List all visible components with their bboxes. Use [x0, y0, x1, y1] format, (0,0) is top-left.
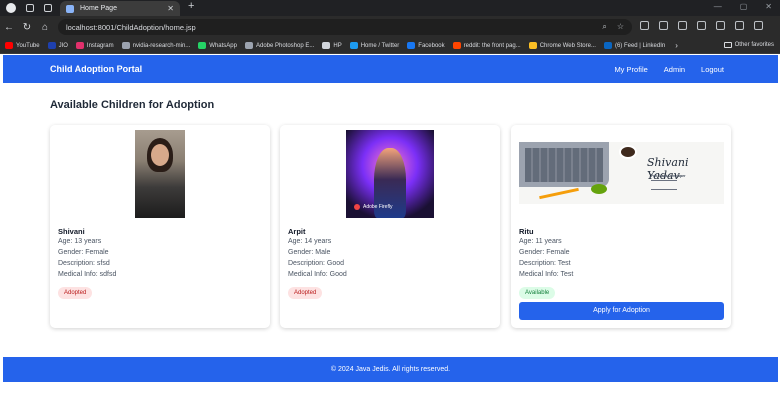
- globe-icon: [121, 42, 130, 49]
- tab-close-icon[interactable]: ✕: [167, 4, 174, 13]
- linkedin-icon: [603, 42, 612, 49]
- child-age: Age: 11 years: [519, 238, 562, 245]
- child-card-ritu: Shivani Yadav Full Stack Developer Ritu …: [511, 125, 731, 328]
- child-gender: Gender: Female: [58, 249, 109, 256]
- more-options-icon[interactable]: [754, 21, 763, 30]
- child-age: Age: 14 years: [288, 238, 332, 245]
- tab-actions-icon[interactable]: [44, 4, 52, 12]
- bookmarks-bar: YouTube JIO Instagram nvidia-research-mi…: [0, 38, 780, 54]
- profile-avatar-icon[interactable]: [6, 3, 16, 13]
- maximize-icon[interactable]: ▢: [740, 2, 748, 11]
- favorite-star-icon[interactable]: ☆: [617, 22, 624, 32]
- bookmark-facebook[interactable]: Facebook: [407, 42, 445, 49]
- favorites-icon[interactable]: [678, 21, 687, 30]
- child-name: Arpit: [288, 227, 306, 236]
- child-card-arpit: Adobe Firefly Arpit Age: 14 years Gender…: [280, 125, 500, 328]
- folder-icon: [322, 42, 331, 49]
- close-window-icon[interactable]: ✕: [765, 2, 772, 11]
- child-description: Description: sfsd: [58, 260, 110, 267]
- image-signature: Shivani Yadav: [647, 156, 689, 182]
- reload-icon[interactable]: ↻: [18, 22, 36, 33]
- url-text: localhost:8001/ChildAdoption/home.jsp: [66, 22, 196, 32]
- bookmark-other-favorites[interactable]: Other favorites: [723, 42, 774, 48]
- tab-title: Home Page: [80, 5, 117, 12]
- child-gender: Gender: Male: [288, 249, 331, 256]
- copilot-icon[interactable]: [735, 21, 744, 30]
- child-name: Shivani: [58, 227, 85, 236]
- browser-tab[interactable]: Home Page ✕: [60, 1, 180, 16]
- adobe-firefly-icon: [354, 204, 360, 210]
- nav-admin[interactable]: Admin: [664, 65, 685, 74]
- child-description: Description: Good: [288, 260, 345, 267]
- folder-icon: [723, 42, 732, 48]
- nav-logout[interactable]: Logout: [701, 65, 724, 74]
- app-navbar: Child Adoption Portal My Profile Admin L…: [3, 55, 778, 83]
- brand-title[interactable]: Child Adoption Portal: [50, 64, 142, 74]
- whatsapp-icon: [198, 42, 207, 49]
- footer: © 2024 Java Jedis. All rights reserved.: [3, 357, 778, 382]
- window-controls: — ▢ ✕: [714, 2, 772, 11]
- image-subtitle: Full Stack Developer: [651, 174, 686, 178]
- image-caption: Adobe Firefly: [363, 204, 393, 210]
- status-badge: Adopted: [288, 287, 323, 299]
- store-icon: [528, 42, 537, 49]
- address-bar[interactable]: localhost:8001/ChildAdoption/home.jsp ⌕ …: [58, 19, 632, 35]
- bookmark-reddit[interactable]: reddit: the front pag...: [452, 42, 521, 49]
- reddit-icon: [452, 42, 461, 49]
- web-page: Child Adoption Portal My Profile Admin L…: [0, 55, 780, 411]
- child-medical-info: Medical Info: Test: [519, 271, 574, 278]
- child-medical-info: Medical Info: Good: [288, 271, 347, 278]
- apply-for-adoption-button[interactable]: Apply for Adoption: [519, 302, 724, 320]
- nav-links: My Profile Admin Logout: [614, 65, 724, 74]
- bookmark-youtube[interactable]: YouTube: [5, 42, 40, 49]
- extensions-icon[interactable]: [716, 21, 725, 30]
- collections-icon[interactable]: [697, 21, 706, 30]
- bookmark-instagram[interactable]: Instagram: [75, 42, 114, 49]
- split-screen-icon[interactable]: [659, 21, 668, 30]
- bookmark-chrome-store[interactable]: Chrome Web Store...: [528, 42, 596, 49]
- status-badge: Available: [519, 287, 556, 299]
- bookmark-jio[interactable]: JIO: [47, 42, 68, 49]
- bookmark-adobe[interactable]: Adobe Photoshop E...: [244, 42, 314, 49]
- nav-my-profile[interactable]: My Profile: [614, 65, 647, 74]
- tab-favicon-icon: [66, 4, 74, 13]
- footer-text: © 2024 Java Jedis. All rights reserved.: [330, 366, 451, 373]
- child-card-shivani: Shivani Age: 13 years Gender: Female Des…: [50, 125, 270, 328]
- child-photo: [135, 130, 185, 218]
- child-age: Age: 13 years: [58, 238, 102, 245]
- chevron-right-icon[interactable]: ›: [675, 41, 678, 50]
- jio-icon: [47, 42, 56, 49]
- new-tab-button[interactable]: +: [188, 0, 194, 12]
- child-name: Ritu: [519, 227, 534, 236]
- child-description: Description: Test: [519, 260, 571, 267]
- facebook-icon: [407, 42, 416, 49]
- status-badge: Adopted: [58, 287, 93, 299]
- back-icon[interactable]: ←: [0, 22, 18, 33]
- bookmark-whatsapp[interactable]: WhatsApp: [198, 42, 237, 49]
- minimize-icon[interactable]: —: [714, 2, 722, 11]
- twitter-icon: [349, 42, 358, 49]
- page-title: Available Children for Adoption: [50, 99, 215, 111]
- child-gender: Gender: Female: [519, 249, 570, 256]
- bookmark-hp[interactable]: HP: [322, 42, 342, 49]
- instagram-icon: [75, 42, 84, 49]
- bookmark-nvidia[interactable]: nvidia-research-min...: [121, 42, 190, 49]
- zoom-icon[interactable]: ⌕: [602, 22, 606, 32]
- bookmark-linkedin[interactable]: (6) Feed | LinkedIn: [603, 42, 665, 49]
- child-photo: Shivani Yadav Full Stack Developer: [519, 142, 724, 204]
- extensions-area: [640, 21, 763, 30]
- child-medical-info: Medical Info: sdfsd: [58, 271, 117, 278]
- extension-icon[interactable]: [640, 21, 649, 30]
- workspaces-icon[interactable]: [26, 4, 34, 12]
- child-photo: Adobe Firefly: [346, 130, 434, 218]
- youtube-icon: [5, 42, 13, 49]
- home-icon[interactable]: ⌂: [36, 22, 54, 33]
- globe-icon: [244, 42, 253, 49]
- address-toolbar: ← ↻ ⌂ localhost:8001/ChildAdoption/home.…: [0, 16, 780, 38]
- bookmark-twitter[interactable]: Home / Twitter: [349, 42, 399, 49]
